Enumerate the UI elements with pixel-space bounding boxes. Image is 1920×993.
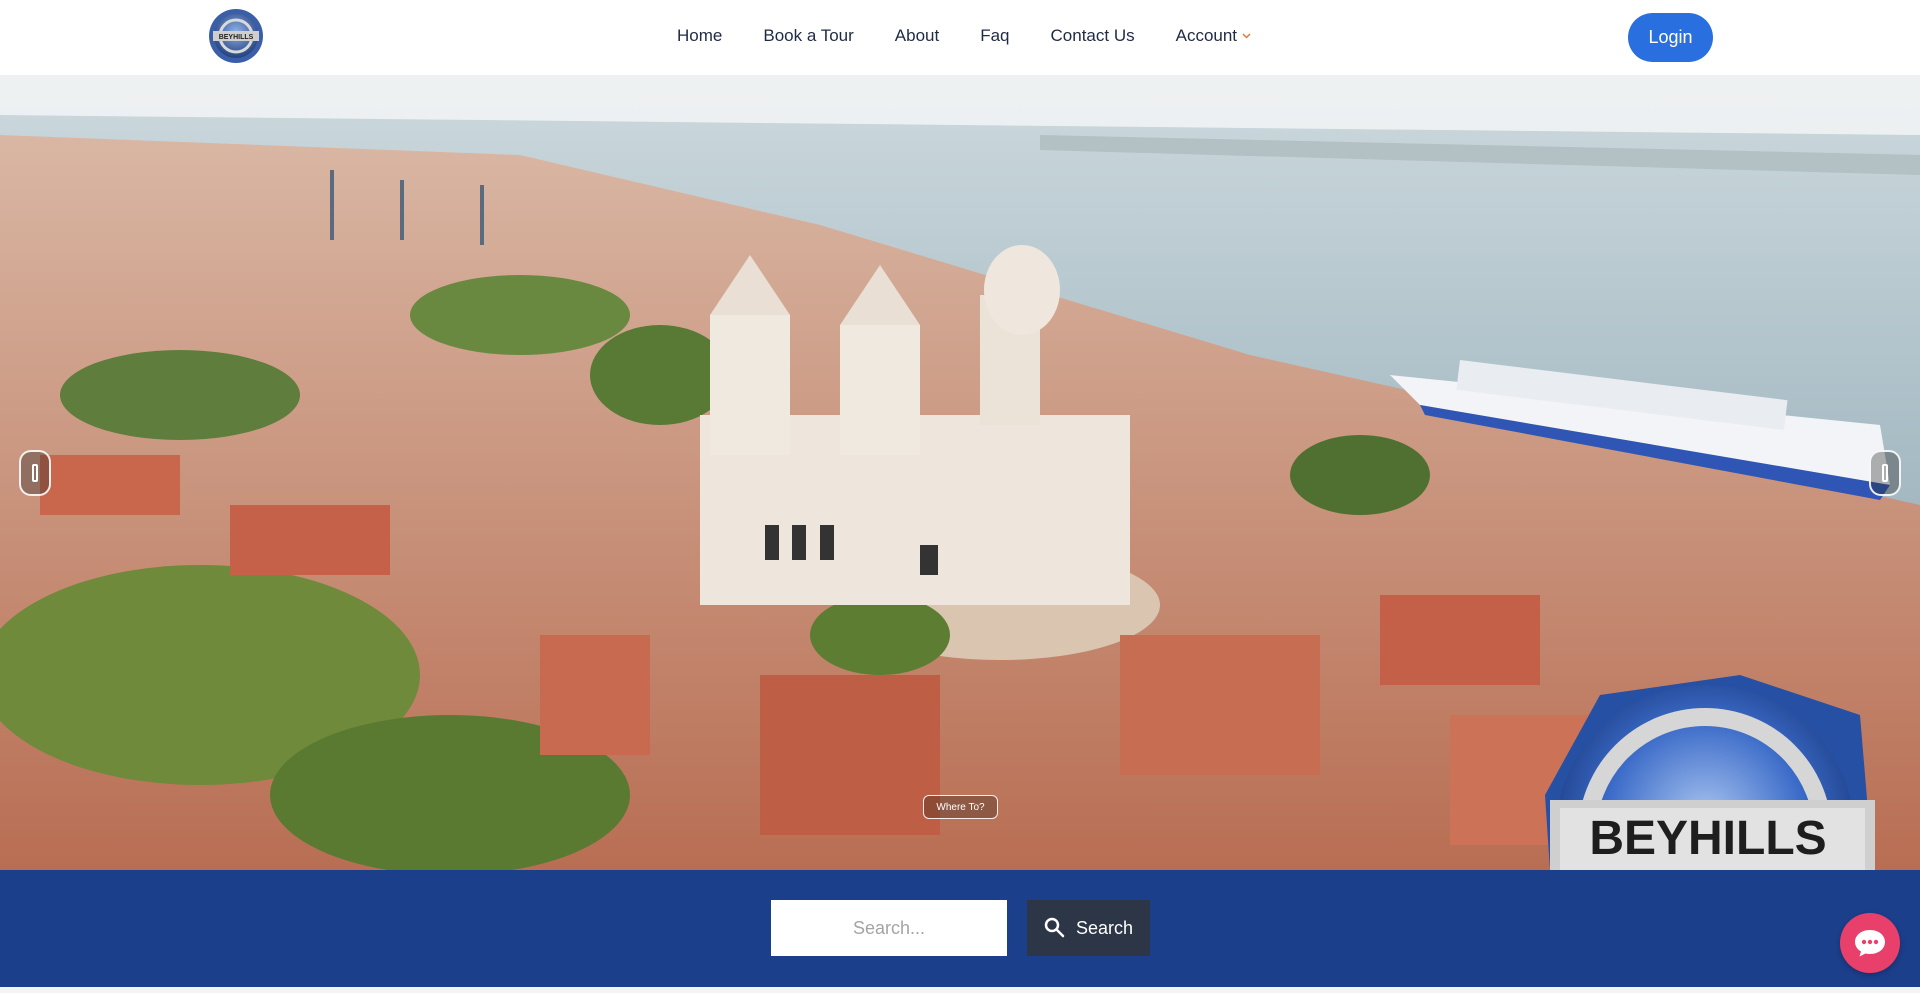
nav-faq-label: Faq <box>980 26 1010 45</box>
where-to-badge[interactable]: Where To? <box>923 795 998 819</box>
site-header: BEYHILLS Home Book a Tour About Faq Cont… <box>0 0 1920 75</box>
brand-logo[interactable]: BEYHILLS <box>207 7 265 65</box>
nav-faq[interactable]: Faq <box>980 26 1009 46</box>
nav-book-a-tour-label: Book a Tour <box>763 26 854 45</box>
search-band: Search <box>0 870 1920 987</box>
slider-next-button[interactable] <box>1869 450 1901 496</box>
nav-about[interactable]: About <box>895 26 939 46</box>
main-nav: Home Book a Tour About Faq Contact Us Ac… <box>661 0 1292 72</box>
svg-text:BEYHILLS: BEYHILLS <box>1589 812 1826 865</box>
search-button-label: Search <box>1075 917 1134 938</box>
nav-contact-us[interactable]: Contact Us <box>1051 26 1135 46</box>
logo-emblem: BEYHILLS <box>209 9 263 63</box>
chat-launcher-button[interactable] <box>1840 913 1900 973</box>
slider-prev-button[interactable] <box>19 450 51 496</box>
hero-image: BEYHILLS <box>0 75 1920 870</box>
login-button[interactable]: Login <box>1628 13 1713 62</box>
svg-text:BEYHILLS: BEYHILLS <box>219 34 254 41</box>
nav-contact-us-label: Contact Us <box>1050 26 1135 45</box>
nav-home-label: Home <box>677 26 723 45</box>
nav-book-a-tour[interactable]: Book a Tour <box>763 26 853 46</box>
chat-bubble-icon <box>1855 930 1885 957</box>
search-input[interactable] <box>771 900 1007 956</box>
nav-about-label: About <box>894 26 940 45</box>
nav-home[interactable]: Home <box>677 26 722 46</box>
hero-slider: BEYHILLS Where To? <box>0 75 1920 870</box>
chevron-right-icon <box>1882 464 1888 482</box>
nav-account-label: Account <box>1175 26 1238 45</box>
footer-strip <box>0 987 1920 993</box>
search-button[interactable]: Search <box>1027 900 1150 956</box>
search-icon <box>1044 917 1065 938</box>
nav-account-dropdown[interactable]: Account <box>1176 26 1251 46</box>
chevron-down-icon <box>1242 31 1251 42</box>
chevron-left-icon <box>32 464 38 482</box>
